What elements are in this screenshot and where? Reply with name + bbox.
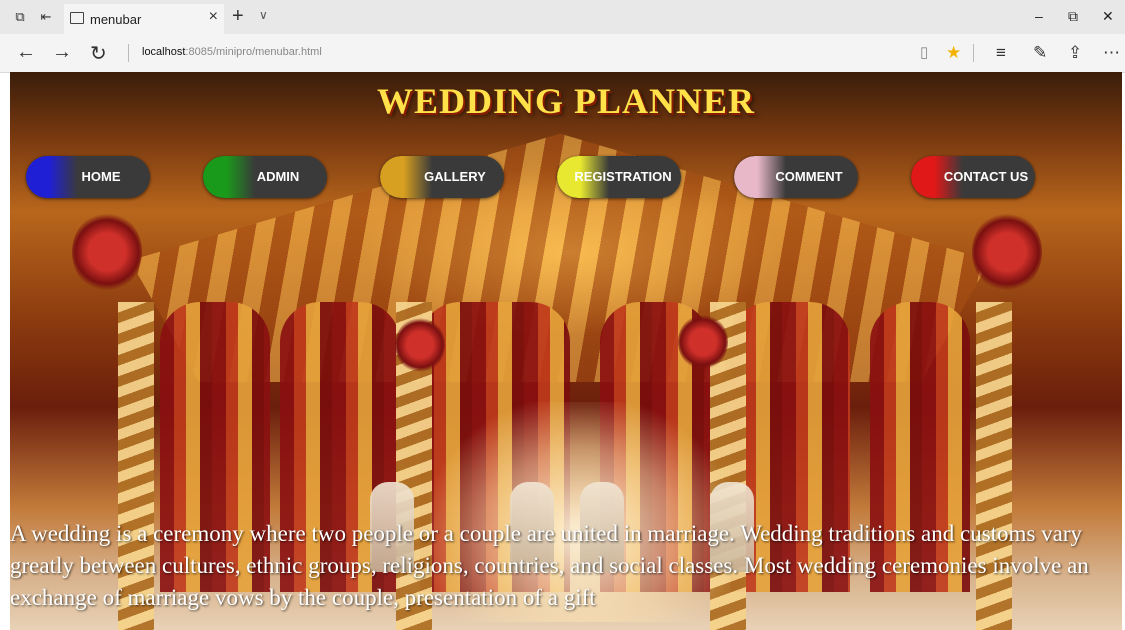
url-field[interactable]: localhost:8085/minipro/menubar.html (142, 46, 322, 58)
close-icon[interactable]: ✕ (1102, 8, 1114, 25)
refresh-icon[interactable]: ↻ (90, 41, 107, 66)
address-bar: ← → ↻ localhost:8085/minipro/menubar.htm… (0, 34, 1125, 73)
menu-item-comment[interactable]: COMMENT (734, 156, 858, 198)
page-content: WEDDING PLANNER HOME ADMIN GALLERY REGIS… (10, 72, 1122, 630)
menu-label: HOME (81, 169, 121, 184)
background-flowers (678, 314, 728, 370)
menu-item-contact-us[interactable]: CONTACT US (911, 156, 1035, 198)
tab-menubar[interactable]: menubar × (64, 4, 224, 34)
url-host: localhost (142, 46, 186, 58)
url-path: :8085/minipro/menubar.html (185, 46, 322, 58)
tab-bar: ⧉ ⇤ menubar × + ∨ – ⧉ ✕ (0, 0, 1125, 34)
background-flowers (395, 317, 445, 373)
menu-item-registration[interactable]: REGISTRATION (557, 156, 681, 198)
divider (128, 44, 129, 62)
pen-icon[interactable]: ✎ (1033, 43, 1047, 63)
menu-label: GALLERY (424, 169, 486, 184)
plus-icon[interactable]: + (232, 5, 244, 28)
menu-item-gallery[interactable]: GALLERY (380, 156, 504, 198)
hub-icon[interactable]: ≡ (996, 43, 1006, 63)
menu-label: REGISTRATION (574, 169, 672, 184)
page-title: WEDDING PLANNER (376, 81, 756, 121)
star-icon[interactable]: ★ (946, 43, 961, 63)
set-aside-icon[interactable]: ⇤ (38, 9, 54, 25)
browser-window: ⧉ ⇤ menubar × + ∨ – ⧉ ✕ ← → ↻ localhost:… (0, 0, 1125, 630)
menu-label: COMMENT (775, 169, 843, 184)
menu-item-home[interactable]: HOME (26, 156, 150, 198)
background-flowers (72, 212, 142, 292)
restore-icon[interactable]: ⧉ (1068, 8, 1078, 25)
menu-label: ADMIN (256, 169, 300, 184)
close-icon[interactable]: × (209, 8, 218, 26)
menu-label: CONTACT US (943, 169, 1029, 184)
chevron-down-icon[interactable]: ∨ (259, 8, 268, 22)
tab-title: menubar (90, 12, 142, 27)
share-icon[interactable]: ⇪ (1068, 43, 1082, 63)
page-icon (70, 12, 84, 24)
forward-arrow-icon[interactable]: → (52, 41, 72, 64)
divider (973, 44, 974, 62)
more-icon[interactable]: ⋯ (1103, 43, 1120, 63)
intro-paragraph: A wedding is a ceremony where two people… (10, 521, 1089, 610)
book-icon[interactable]: ▯ (920, 43, 928, 61)
tab-actions-icon[interactable]: ⧉ (12, 9, 28, 25)
back-arrow-icon[interactable]: ← (16, 41, 36, 64)
minimize-icon[interactable]: – (1035, 8, 1043, 24)
background-flowers (972, 212, 1042, 292)
menu-item-admin[interactable]: ADMIN (203, 156, 327, 198)
